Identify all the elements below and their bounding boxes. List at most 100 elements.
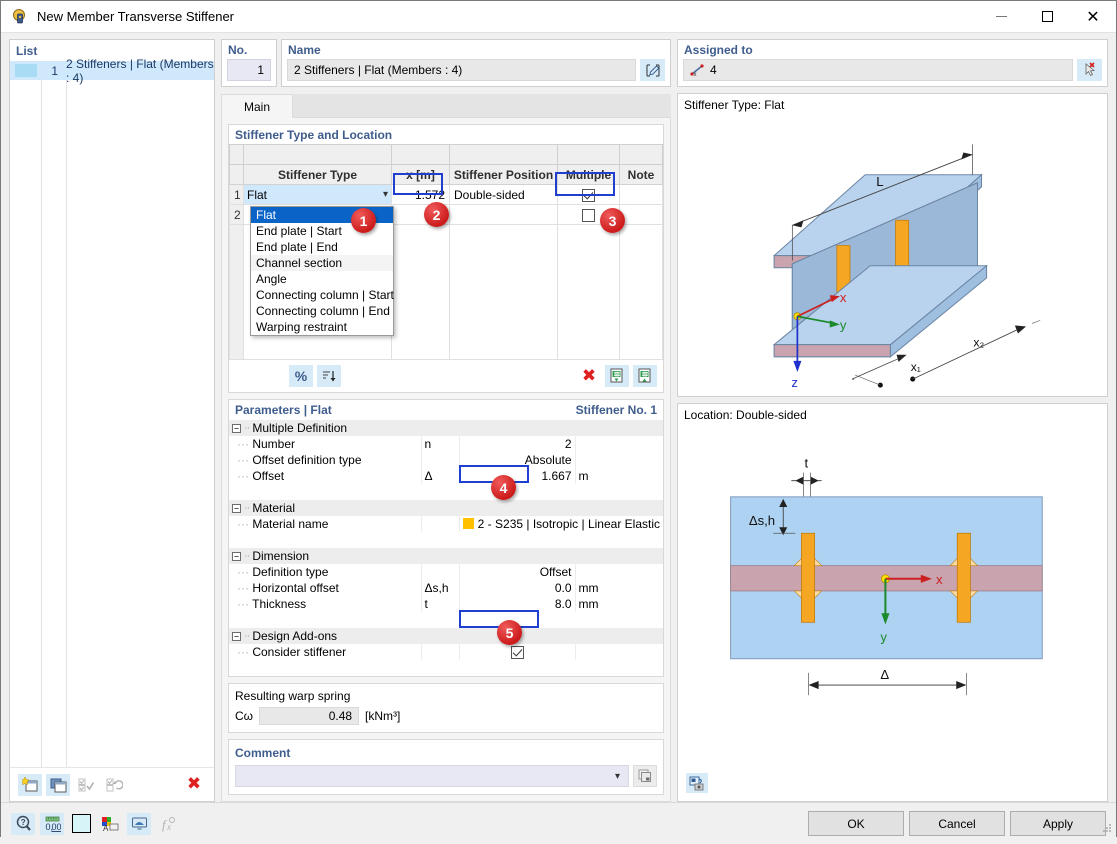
tree-dots: ···	[237, 469, 249, 483]
param-value[interactable]: 0.0	[459, 580, 575, 596]
header-stiffener-type[interactable]: Stiffener Type	[244, 165, 392, 185]
tree-dots: ···	[237, 517, 249, 531]
collapse-icon[interactable]: −	[232, 424, 241, 433]
param-label-text: Consider stiffener	[252, 645, 346, 659]
apply-button[interactable]: Apply	[1010, 811, 1106, 836]
dropdown-option-end-plate-end[interactable]: End plate | End	[251, 239, 393, 255]
dropdown-option-connecting-column-end[interactable]: Connecting column | End	[251, 303, 393, 319]
dropdown-option-warping-restraint[interactable]: Warping restraint	[251, 319, 393, 335]
formula-button: f x	[156, 813, 180, 835]
stiffener-position-cell[interactable]: Double-sided	[450, 185, 558, 205]
dropdown-option-channel-section[interactable]: Channel section	[251, 255, 393, 271]
param-symbol	[421, 452, 459, 468]
tree-dots: ···	[237, 437, 249, 451]
new-item-button[interactable]	[18, 774, 42, 796]
ok-button[interactable]: OK	[808, 811, 904, 836]
thickness-field[interactable]: 8.0	[459, 596, 575, 612]
header-note[interactable]: Note	[620, 165, 663, 185]
spacer-cell	[229, 612, 663, 628]
section-dimension[interactable]: − ·· Dimension	[229, 548, 663, 564]
axis-z-label: z	[791, 375, 798, 390]
stiffener-type-value: Flat	[247, 188, 383, 202]
comment-input[interactable]: ▾	[235, 765, 629, 787]
formula-icon: f x	[160, 816, 177, 832]
collapse-icon[interactable]: −	[232, 632, 241, 641]
offset-field[interactable]: 1.667	[459, 468, 575, 484]
help-button[interactable]: ?	[11, 813, 35, 835]
tree-dots: ··	[244, 422, 249, 434]
param-value[interactable]: Absolute	[459, 452, 575, 468]
consider-stiffener-cell[interactable]	[459, 644, 575, 660]
no-field[interactable]: 1	[227, 59, 271, 81]
delete-row-button[interactable]: ✖	[577, 365, 601, 387]
x-position-cell[interactable]: 1.572	[392, 185, 450, 205]
axis-x-label: x	[840, 290, 847, 305]
collapse-icon[interactable]: −	[232, 504, 241, 513]
param-row-horizontal-offset[interactable]: ··· Horizontal offset Δs,h 0.0 mm	[229, 580, 663, 596]
section-multiple-definition[interactable]: − ·· Multiple Definition	[229, 420, 663, 436]
multiple-checkbox[interactable]	[582, 189, 595, 202]
note-cell-empty[interactable]	[620, 205, 663, 225]
name-field[interactable]: 2 Stiffeners | Flat (Members : 4)	[287, 59, 636, 81]
param-symbol: t	[421, 596, 459, 612]
export-table-button[interactable]	[633, 365, 657, 387]
preview-settings-button[interactable]	[686, 773, 708, 793]
param-row-number[interactable]: ··· Number n 2	[229, 436, 663, 452]
param-spacer-row	[229, 612, 663, 628]
header-x[interactable]: x [m]	[392, 165, 450, 185]
color-button[interactable]	[69, 813, 93, 835]
percent-icon: %	[295, 368, 307, 384]
collapse-icon[interactable]: −	[232, 552, 241, 561]
resize-grip[interactable]	[1101, 822, 1113, 834]
delete-item-button[interactable]: ✖	[182, 774, 206, 796]
param-row-material-name[interactable]: ··· Material name 2 - S235 | Isotropic |…	[229, 516, 663, 532]
param-label-text: Offset	[252, 469, 284, 483]
maximize-button[interactable]	[1024, 1, 1070, 32]
header-stiffener-position[interactable]: Stiffener Position	[450, 165, 558, 185]
dropdown-option-angle[interactable]: Angle	[251, 271, 393, 287]
stiffener-type-combobox[interactable]: Flat ▾	[244, 185, 392, 205]
comment-caption: Comment	[235, 743, 657, 762]
table-row[interactable]: 1 Flat ▾ 1.572 Double-sided	[230, 185, 663, 205]
param-value[interactable]: Offset	[459, 564, 575, 580]
copy-item-button[interactable]	[46, 774, 70, 796]
consider-stiffener-checkbox[interactable]	[511, 646, 524, 659]
note-cell[interactable]	[620, 185, 663, 205]
dropdown-option-connecting-column-start[interactable]: Connecting column | Start	[251, 287, 393, 303]
header-spacer-multiple	[558, 145, 620, 165]
param-row-definition-type[interactable]: ··· Definition type Offset	[229, 564, 663, 580]
percent-button[interactable]: %	[289, 365, 313, 387]
multiple-checkbox[interactable]	[582, 209, 595, 222]
param-label: ··· Offset	[229, 468, 421, 484]
tab-main[interactable]: Main	[221, 94, 293, 118]
edit-name-button[interactable]	[640, 59, 665, 81]
stiffener-position-cell-empty[interactable]	[450, 205, 558, 225]
units-button[interactable]: 0, 00	[40, 813, 64, 835]
param-row-offset[interactable]: ··· Offset Δ 1.667 m	[229, 468, 663, 484]
visibility-button[interactable]	[127, 813, 151, 835]
cancel-button[interactable]: Cancel	[909, 811, 1005, 836]
param-label: ··· Horizontal offset	[229, 580, 421, 596]
param-row-consider-stiffener[interactable]: ··· Consider stiffener	[229, 644, 663, 660]
list-item[interactable]: 1 2 Stiffeners | Flat (Members : 4)	[10, 61, 214, 80]
section-material[interactable]: − ·· Material	[229, 500, 663, 516]
minimize-button[interactable]	[978, 1, 1024, 32]
sort-button[interactable]	[317, 365, 341, 387]
multiple-cell[interactable]	[558, 185, 620, 205]
section-design-addons[interactable]: − ·· Design Add-ons	[229, 628, 663, 644]
comment-library-button[interactable]	[633, 765, 657, 787]
display-properties-button[interactable]: A	[98, 813, 122, 835]
bottom-bar: ? 0, 00 A	[1, 802, 1116, 844]
import-table-button[interactable]	[605, 365, 629, 387]
pick-in-graphic-button[interactable]	[1077, 59, 1102, 81]
name-panel: Name 2 Stiffeners | Flat (Members : 4)	[281, 39, 671, 87]
assigned-field[interactable]: x 4	[683, 59, 1073, 81]
close-button[interactable]: ✕	[1070, 1, 1116, 32]
spacer-cell	[229, 660, 663, 676]
param-row-offset-definition-type[interactable]: ··· Offset definition type Absolute	[229, 452, 663, 468]
header-multiple[interactable]: Multiple	[558, 165, 620, 185]
param-value[interactable]: 2	[459, 436, 575, 452]
param-row-thickness[interactable]: ··· Thickness t 8.0 mm	[229, 596, 663, 612]
material-value-cell[interactable]: 2 - S235 | Isotropic | Linear Elastic	[459, 516, 663, 532]
chevron-down-icon[interactable]: ▾	[615, 771, 620, 782]
